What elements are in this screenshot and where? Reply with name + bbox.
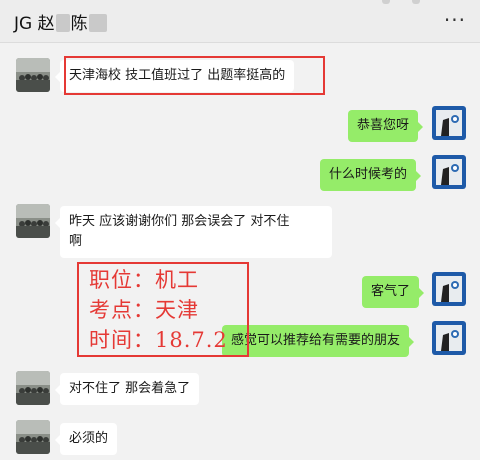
message-text: 客气了 <box>371 284 411 299</box>
message-text: 对不住了 那会着急了 <box>69 381 191 396</box>
contact-avatar[interactable] <box>16 420 50 454</box>
redacted-name-block <box>55 14 70 32</box>
more-dots-icon[interactable]: ··· <box>444 8 466 32</box>
chat-title-mid: 陈 <box>70 14 88 34</box>
overlay-line-date: 时间：18.7.2 <box>89 328 228 352</box>
status-indicator <box>382 0 390 4</box>
chat-title-prefix: JG 赵 <box>14 14 55 34</box>
outgoing-message[interactable]: 什么时候考的 <box>320 159 422 191</box>
message-text: 恭喜您呀 <box>357 118 410 133</box>
overlay-line-position: 职位：机工 <box>89 268 199 292</box>
status-indicator <box>412 0 420 4</box>
self-avatar[interactable] <box>432 155 466 189</box>
self-avatar[interactable] <box>432 321 466 355</box>
message-text: 什么时候考的 <box>329 167 408 182</box>
contact-avatar[interactable] <box>16 371 50 405</box>
self-avatar[interactable] <box>432 272 466 306</box>
contact-avatar[interactable] <box>16 204 50 238</box>
highlight-box <box>64 56 325 95</box>
message-text-line: 啊 <box>69 234 83 249</box>
incoming-message[interactable]: 对不住了 那会着急了 <box>54 373 200 405</box>
message-text: 必须的 <box>69 431 109 446</box>
chat-header: JG 赵陈 ··· <box>0 0 480 43</box>
overlay-line-location: 考点：天津 <box>89 298 199 322</box>
self-avatar[interactable] <box>432 106 466 140</box>
contact-avatar[interactable] <box>16 58 50 92</box>
outgoing-message[interactable]: 客气了 <box>362 276 425 308</box>
exam-info-overlay: 职位：机工 考点：天津 时间：18.7.2 <box>77 262 249 357</box>
incoming-message[interactable]: 昨天 应该谢谢你们 那会误会了 对不住 啊 <box>55 206 332 258</box>
redacted-name-block <box>88 14 107 32</box>
chat-title: JG 赵陈 <box>14 9 108 34</box>
message-text-line: 昨天 应该谢谢你们 那会误会了 对不住 <box>69 214 290 229</box>
message-text: 感觉可以推荐给有需要的朋友 <box>231 333 401 348</box>
outgoing-message[interactable]: 感觉可以推荐给有需要的朋友 <box>222 325 415 357</box>
incoming-message[interactable]: 必须的 <box>54 423 118 455</box>
outgoing-message[interactable]: 恭喜您呀 <box>348 110 424 142</box>
